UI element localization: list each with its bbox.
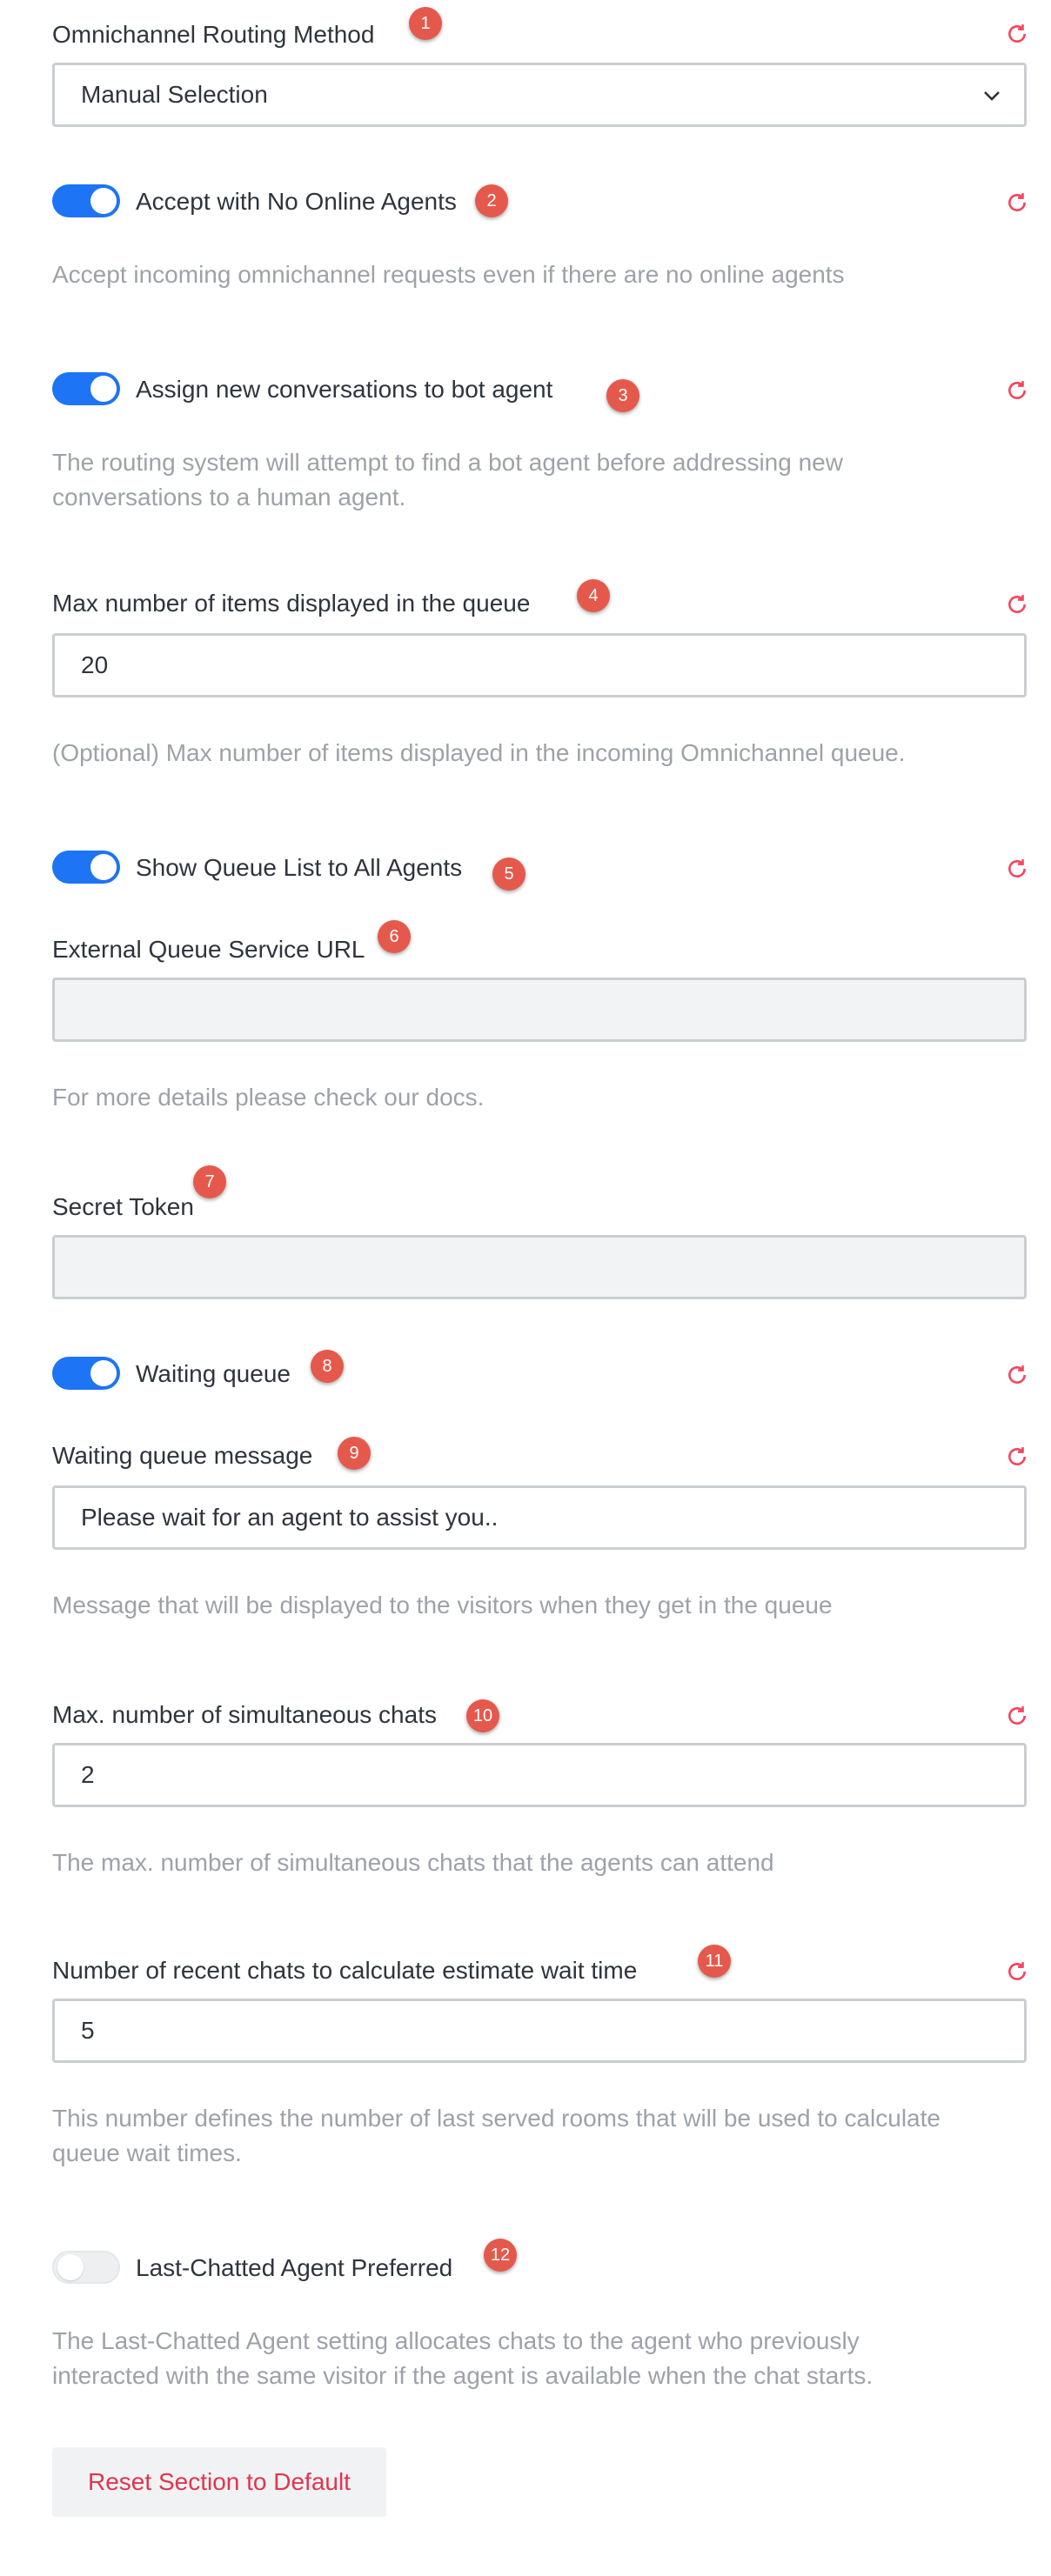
annotation-badge-5: 5 bbox=[492, 858, 526, 891]
reset-icon[interactable] bbox=[1006, 858, 1028, 880]
routing-method-select[interactable]: Manual Selection bbox=[52, 63, 1027, 127]
assign-bot-label: Assign new conversations to bot agent bbox=[136, 376, 553, 403]
external-queue-url-description: For more details please check our docs. bbox=[52, 1084, 485, 1111]
reset-icon[interactable] bbox=[1006, 593, 1028, 616]
recent-chats-label: Number of recent chats to calculate esti… bbox=[52, 1957, 638, 1984]
secret-token-label: Secret Token bbox=[52, 1193, 194, 1220]
annotation-badge-7: 7 bbox=[193, 1165, 226, 1198]
reset-icon[interactable] bbox=[1006, 23, 1028, 45]
show-queue-list-label: Show Queue List to All Agents bbox=[136, 854, 463, 881]
recent-chats-description-line-1: This number defines the number of last s… bbox=[52, 2105, 941, 2132]
reset-icon[interactable] bbox=[1006, 1364, 1028, 1386]
waiting-queue-message-label: Waiting queue message bbox=[52, 1442, 313, 1469]
annotation-badge-12: 12 bbox=[484, 2239, 517, 2272]
max-queue-items-input[interactable]: 20 bbox=[52, 633, 1027, 697]
annotation-badge-6: 6 bbox=[378, 920, 411, 953]
waiting-queue-message-input[interactable]: Please wait for an agent to assist you.. bbox=[52, 1485, 1027, 1550]
recent-chats-input[interactable]: 5 bbox=[52, 1999, 1027, 2063]
annotation-badge-11: 11 bbox=[698, 1945, 731, 1978]
routing-method-label: Omnichannel Routing Method bbox=[52, 21, 375, 48]
max-queue-items-label: Max number of items displayed in the que… bbox=[52, 590, 531, 617]
reset-icon[interactable] bbox=[1006, 1705, 1028, 1727]
annotation-badge-4: 4 bbox=[577, 579, 610, 612]
accept-no-agents-toggle[interactable] bbox=[52, 184, 120, 217]
annotation-badge-3: 3 bbox=[606, 379, 639, 412]
last-chatted-agent-description-line-1: The Last-Chatted Agent setting allocates… bbox=[52, 2327, 860, 2354]
max-simultaneous-chats-description: The max. number of simultaneous chats th… bbox=[52, 1849, 774, 1876]
recent-chats-description-line-2: queue wait times. bbox=[52, 2139, 242, 2166]
annotation-badge-2: 2 bbox=[475, 184, 508, 217]
last-chatted-agent-label: Last-Chatted Agent Preferred bbox=[136, 2254, 453, 2281]
annotation-badge-1: 1 bbox=[409, 7, 442, 40]
reset-icon[interactable] bbox=[1006, 191, 1028, 214]
assign-bot-description-line-2: conversations to a human agent. bbox=[52, 484, 406, 511]
max-simultaneous-chats-input[interactable]: 2 bbox=[52, 1743, 1027, 1807]
assign-bot-toggle[interactable] bbox=[52, 372, 120, 405]
max-queue-items-description: (Optional) Max number of items displayed… bbox=[52, 739, 906, 766]
last-chatted-agent-toggle[interactable] bbox=[52, 2251, 120, 2284]
assign-bot-description-line-1: The routing system will attempt to find … bbox=[52, 449, 843, 476]
secret-token-input[interactable] bbox=[52, 1235, 1027, 1299]
external-queue-url-input[interactable] bbox=[52, 978, 1027, 1042]
waiting-queue-toggle[interactable] bbox=[52, 1357, 120, 1390]
show-queue-list-toggle[interactable] bbox=[52, 851, 120, 884]
annotation-badge-10: 10 bbox=[466, 1699, 499, 1732]
waiting-queue-message-description: Message that will be displayed to the vi… bbox=[52, 1592, 833, 1618]
reset-icon[interactable] bbox=[1006, 1445, 1028, 1468]
external-queue-url-label: External Queue Service URL bbox=[52, 936, 365, 963]
annotation-badge-9: 9 bbox=[338, 1437, 371, 1470]
last-chatted-agent-description-line-2: interacted with the same visitor if the … bbox=[52, 2362, 874, 2389]
max-simultaneous-chats-label: Max. number of simultaneous chats bbox=[52, 1701, 437, 1728]
chevron-down-icon[interactable] bbox=[981, 85, 1002, 106]
accept-no-agents-label: Accept with No Online Agents bbox=[136, 188, 457, 215]
waiting-queue-label: Waiting queue bbox=[136, 1360, 291, 1387]
accept-no-agents-description: Accept incoming omnichannel requests eve… bbox=[52, 261, 845, 288]
annotation-badge-8: 8 bbox=[311, 1350, 344, 1383]
routing-method-value: Manual Selection bbox=[81, 81, 268, 108]
reset-icon[interactable] bbox=[1006, 379, 1028, 402]
reset-icon[interactable] bbox=[1006, 1960, 1028, 1983]
reset-section-button[interactable]: Reset Section to Default bbox=[52, 2447, 386, 2517]
